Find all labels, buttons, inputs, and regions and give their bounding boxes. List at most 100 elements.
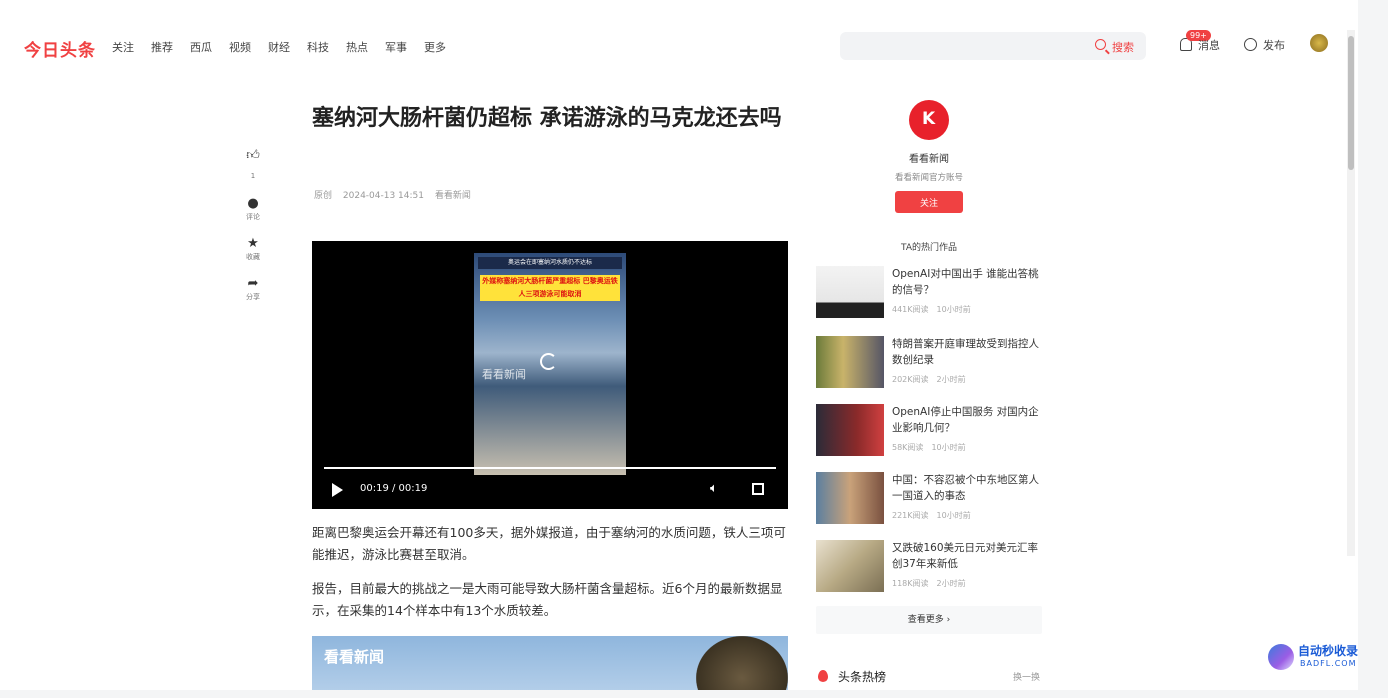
fullscreen-icon[interactable] [752, 483, 764, 495]
news-meta: 221K阅读 10小时前 [892, 510, 979, 521]
publish-icon[interactable] [1244, 38, 1257, 51]
news-thumbnail[interactable] [816, 540, 884, 592]
news-title[interactable]: OpenAI停止中国服务 对国内企业影响几何？ [892, 404, 1042, 436]
article-paragraph: 报告，目前最大的挑战之一是大雨可能导致大肠杆菌含量超标。近6个月的最新数据显示，… [312, 581, 783, 618]
statue-image [696, 636, 788, 690]
news-title[interactable]: 又跌破160美元日元对美元汇率创37年来新低 [892, 540, 1042, 572]
nav-item-tech[interactable]: 科技 [307, 39, 329, 55]
view-more-button[interactable]: 查看更多 › [816, 606, 1042, 634]
play-icon[interactable] [332, 483, 343, 497]
follow-button[interactable]: 关注 [895, 191, 963, 213]
news-time: 10小时前 [936, 511, 971, 520]
share-icon: ➦ [247, 276, 259, 291]
volume-icon[interactable]: 🔈︎ [710, 481, 718, 496]
list-item[interactable]: 又跌破160美元日元对美元汇率创37年来新低 118K阅读 2小时前 [816, 540, 1042, 596]
image-watermark: 看看新闻 [324, 648, 385, 666]
author-logo[interactable] [909, 100, 949, 140]
news-views: 221K阅读 [892, 511, 929, 520]
search-button[interactable]: 搜索 [1112, 39, 1134, 55]
search-input[interactable]: 搜索 [840, 32, 1146, 60]
hot-works-title: TA的热门作品 [901, 243, 957, 253]
list-item[interactable]: 特朗普案开庭审理故受到指控人数创纪录 202K阅读 2小时前 [816, 336, 1042, 392]
video-progress-bar[interactable] [324, 467, 776, 469]
news-views: 58K阅读 [892, 443, 924, 452]
article-title: 塞纳河大肠杆菌仍超标 承诺游泳的马克龙还去吗 [312, 106, 782, 131]
article-author[interactable]: 看看新闻 [435, 191, 471, 201]
comment-button[interactable]: ● 评论 [240, 196, 266, 222]
publish-datetime: 2024-04-13 14:51 [342, 191, 424, 201]
video-time: 00:19 / 00:19 [360, 483, 428, 494]
top-header: 今日头条 关注 推荐 西瓜 视频 财经 科技 热点 军事 更多 搜索 99+ 消… [0, 20, 1358, 72]
news-views: 118K阅读 [892, 579, 929, 588]
collect-button[interactable]: ★ 收藏 [240, 236, 266, 262]
article-actions: 👍︎ 1 ● 评论 ★ 收藏 ➦ 分享 [240, 148, 266, 312]
watermark-name: 自动秒收录 [1298, 644, 1359, 658]
share-button[interactable]: ➦ 分享 [240, 276, 266, 302]
news-title[interactable]: 中国：不容忍被个中东地区第人一国道入的事态 [892, 472, 1042, 504]
nav-item-more[interactable]: 更多 [424, 39, 446, 55]
video-caption-top: 奥运会在即塞纳河水质仍不达标 [478, 257, 622, 269]
page: 今日头条 关注 推荐 西瓜 视频 财经 科技 热点 军事 更多 搜索 99+ 消… [0, 0, 1358, 690]
news-meta: 58K阅读 10小时前 [892, 442, 974, 453]
replay-icon[interactable] [540, 353, 557, 370]
nav-item-military[interactable]: 军事 [385, 39, 407, 55]
star-icon: ★ [247, 236, 259, 251]
news-title[interactable]: 特朗普案开庭审理故受到指控人数创纪录 [892, 336, 1042, 368]
scrollbar-thumb[interactable] [1348, 36, 1354, 170]
news-views: 202K阅读 [892, 375, 929, 384]
article-meta: 原创 2024-04-13 14:51 看看新闻 [314, 188, 479, 201]
news-time: 10小时前 [936, 305, 971, 314]
thumbs-up-icon: 👍︎ [246, 148, 260, 163]
news-time: 2小时前 [936, 579, 966, 588]
list-item[interactable]: OpenAI对中国出手 谁能出答桃的信号？ 441K阅读 10小时前 [816, 266, 1042, 322]
like-button[interactable]: 👍︎ 1 [240, 148, 266, 180]
nav-item-xigua[interactable]: 西瓜 [190, 39, 212, 55]
news-thumbnail[interactable] [816, 404, 884, 456]
share-label: 分享 [246, 293, 260, 301]
news-meta: 441K阅读 10小时前 [892, 304, 979, 315]
source-type: 原创 [314, 191, 333, 201]
search-icon[interactable] [1095, 39, 1106, 50]
messages-link[interactable]: 消息 [1198, 37, 1220, 53]
article-image: 看看新闻 [312, 636, 788, 690]
video-watermark: 看看新闻 [482, 368, 526, 381]
news-thumbnail[interactable] [816, 336, 884, 388]
author-card: 看看新闻 看看新闻官方账号 关注 [816, 100, 1042, 213]
publish-link[interactable]: 发布 [1263, 37, 1285, 53]
collect-label: 收藏 [246, 253, 260, 261]
top-nav: 关注 推荐 西瓜 视频 财经 科技 热点 军事 更多 [112, 39, 463, 55]
nav-item-follow[interactable]: 关注 [112, 39, 134, 55]
user-avatar[interactable] [1310, 34, 1328, 52]
like-count: 1 [250, 172, 256, 180]
comment-icon: ● [247, 196, 259, 211]
toplist-title: 头条热榜 [838, 670, 887, 684]
fire-icon [818, 670, 828, 682]
news-meta: 118K阅读 2小时前 [892, 578, 974, 589]
view-more-label: 查看更多 [907, 615, 944, 625]
video-caption-main: 外媒称塞纳河大肠杆菌严重超标 巴黎奥运铁人三项游泳可能取消 [480, 275, 620, 301]
watermark-domain: BADFL.COM [1300, 659, 1357, 668]
author-description: 看看新闻官方账号 [894, 173, 963, 183]
article-paragraph: 距离巴黎奥运会开幕还有100多天，据外媒报道，由于塞纳河的水质问题，铁人三项可能… [312, 525, 786, 562]
toplist-header: 头条热榜 换一换 [816, 668, 1042, 688]
nav-item-video[interactable]: 视频 [229, 39, 251, 55]
comment-label: 评论 [246, 213, 260, 221]
news-views: 441K阅读 [892, 305, 929, 314]
news-thumbnail[interactable] [816, 266, 884, 318]
nav-item-recommend[interactable]: 推荐 [151, 39, 173, 55]
site-watermark: 自动秒收录 BADFL.COM [1268, 642, 1378, 676]
list-item[interactable]: OpenAI停止中国服务 对国内企业影响几何？ 58K阅读 10小时前 [816, 404, 1042, 460]
news-time: 2小时前 [936, 375, 966, 384]
nav-item-finance[interactable]: 财经 [268, 39, 290, 55]
author-name[interactable]: 看看新闻 [816, 150, 1042, 165]
news-title[interactable]: OpenAI对中国出手 谁能出答桃的信号？ [892, 266, 1042, 298]
watermark-logo-icon [1268, 644, 1294, 670]
list-item[interactable]: 中国：不容忍被个中东地区第人一国道入的事态 221K阅读 10小时前 [816, 472, 1042, 528]
video-player[interactable]: 奥运会在即塞纳河水质仍不达标 外媒称塞纳河大肠杆菌严重超标 巴黎奥运铁人三项游泳… [312, 241, 788, 509]
news-thumbnail[interactable] [816, 472, 884, 524]
site-logo[interactable]: 今日头条 [24, 36, 96, 61]
nav-item-hot[interactable]: 热点 [346, 39, 368, 55]
chevron-right-icon: › [946, 615, 951, 625]
swap-button[interactable]: 换一换 [1013, 670, 1040, 683]
news-meta: 202K阅读 2小时前 [892, 374, 974, 385]
